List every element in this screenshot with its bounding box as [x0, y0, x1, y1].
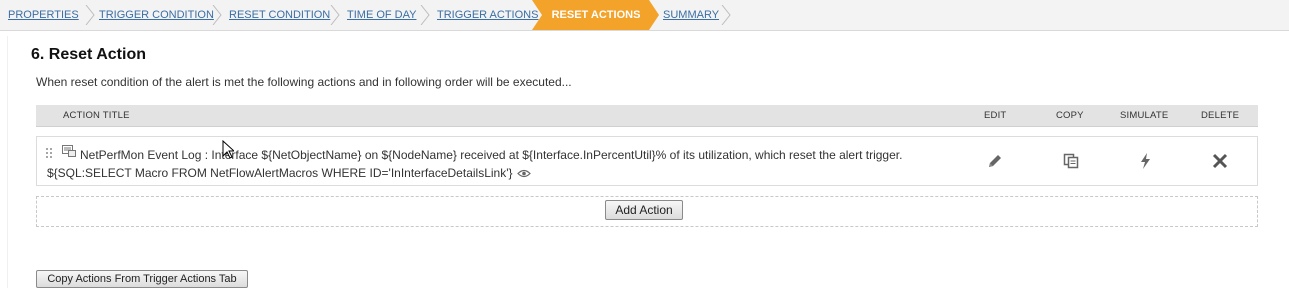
- lightning-icon[interactable]: [1136, 151, 1156, 171]
- copy-actions-button[interactable]: Copy Actions From Trigger Actions Tab: [36, 270, 248, 288]
- step-reset-condition[interactable]: RESET CONDITION: [229, 0, 330, 30]
- add-action-zone: Add Action: [36, 196, 1258, 227]
- chevron-right-icon: [721, 5, 731, 25]
- column-delete: DELETE: [1201, 110, 1240, 121]
- section-title: 6. Reset Action: [31, 46, 146, 63]
- close-icon[interactable]: [1210, 151, 1230, 171]
- section-description: When reset condition of the alert is met…: [36, 75, 572, 89]
- actions-table-header: ACTION TITLE EDIT COPY SIMULATE DELETE: [36, 105, 1258, 127]
- step-time-of-day[interactable]: TIME OF DAY: [347, 0, 416, 30]
- column-edit: EDIT: [984, 110, 1007, 121]
- chevron-right-icon: [85, 5, 95, 25]
- add-action-button[interactable]: Add Action: [605, 200, 683, 220]
- pencil-icon[interactable]: [985, 151, 1005, 171]
- chevron-right-icon: [212, 5, 222, 25]
- column-action-title: ACTION TITLE: [63, 110, 130, 121]
- step-arrow-right-icon: [646, 0, 659, 30]
- column-copy: COPY: [1056, 110, 1084, 121]
- step-trigger-condition[interactable]: TRIGGER CONDITION: [99, 0, 214, 30]
- step-summary[interactable]: SUMMARY: [663, 0, 719, 30]
- mouse-cursor-icon: [222, 140, 234, 159]
- step-arrow-left-icon: [532, 0, 546, 30]
- eye-icon[interactable]: [516, 169, 531, 178]
- action-title-text: NetPerfMon Event Log : Interface ${NetOb…: [47, 148, 903, 180]
- step-reset-actions[interactable]: RESET ACTIONS: [546, 0, 646, 30]
- step-properties[interactable]: PROPERTIES: [8, 0, 79, 30]
- chevron-right-icon: [420, 5, 430, 25]
- step-trigger-actions[interactable]: TRIGGER ACTIONS: [437, 0, 538, 30]
- column-simulate: SIMULATE: [1120, 110, 1169, 121]
- wizard-steps: PROPERTIES TRIGGER CONDITION RESET CONDI…: [0, 0, 1289, 31]
- action-row[interactable]: NetPerfMon Event Log : Interface ${NetOb…: [36, 136, 1258, 186]
- chevron-right-icon: [330, 5, 340, 25]
- action-title: NetPerfMon Event Log : Interface ${NetOb…: [47, 146, 947, 182]
- copy-icon[interactable]: [1061, 151, 1081, 171]
